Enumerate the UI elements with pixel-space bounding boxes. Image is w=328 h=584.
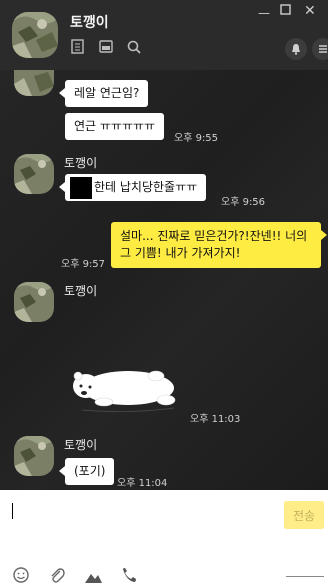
chat-title: 토깽이 <box>70 15 109 31</box>
message-time: 오후 9:55 <box>174 133 219 144</box>
message-text: 한테 납치당한줄ㅠㅠ <box>94 180 198 194</box>
maximize-icon[interactable] <box>280 4 292 19</box>
my-message-bubble: 설마... 진짜로 믿은건가?!잔넨!! 너의 그 기쁨! 내가 가져가지! <box>111 222 327 268</box>
attach-icon[interactable] <box>48 566 66 584</box>
sender-name: 토깽이 <box>64 284 98 298</box>
file-icon[interactable] <box>70 39 86 55</box>
message-time: 오후 9:56 <box>221 197 266 208</box>
message-time: 오후 11:03 <box>190 414 241 425</box>
emoji-icon[interactable] <box>12 566 30 584</box>
minimize-icon[interactable]: — <box>258 6 270 20</box>
avatar[interactable] <box>14 70 54 96</box>
sender-name: 토깽이 <box>64 156 98 170</box>
chat-messages[interactable]: 레알 연근임? 연근 ㅠㅠㅠㅠㅠ 오후 9:55 토깽이 한테 납치당한줄ㅠㅠ … <box>0 70 328 490</box>
avatar[interactable] <box>14 154 54 194</box>
send-button[interactable]: 전송 <box>284 501 324 529</box>
bear-emoticon[interactable] <box>70 364 182 413</box>
close-icon[interactable]: ✕ <box>304 3 316 19</box>
message-time: 오후 11:04 <box>117 478 168 489</box>
message-bubble: 레알 연근임? <box>58 80 149 107</box>
profile-avatar[interactable] <box>12 12 58 58</box>
message-time: 오후 9:57 <box>61 259 106 270</box>
chat-header: 토깽이 — ✕ <box>0 0 328 70</box>
bell-icon[interactable] <box>285 38 307 60</box>
text-cursor <box>12 503 13 519</box>
divider <box>286 576 324 577</box>
sender-name: 토깽이 <box>64 438 98 452</box>
avatar[interactable] <box>14 282 54 322</box>
message-bubble: (포기) <box>58 458 115 485</box>
message-bubble: 연근 ㅠㅠㅠㅠㅠ <box>65 113 165 140</box>
search-icon[interactable] <box>126 39 142 55</box>
redaction-block <box>70 176 92 199</box>
message-bubble: 한테 납치당한줄ㅠㅠ <box>58 174 207 201</box>
avatar[interactable] <box>14 436 54 476</box>
menu-icon[interactable] <box>312 38 328 60</box>
box-icon[interactable] <box>98 39 114 55</box>
phone-icon[interactable] <box>120 566 138 584</box>
image-icon[interactable] <box>84 566 102 584</box>
